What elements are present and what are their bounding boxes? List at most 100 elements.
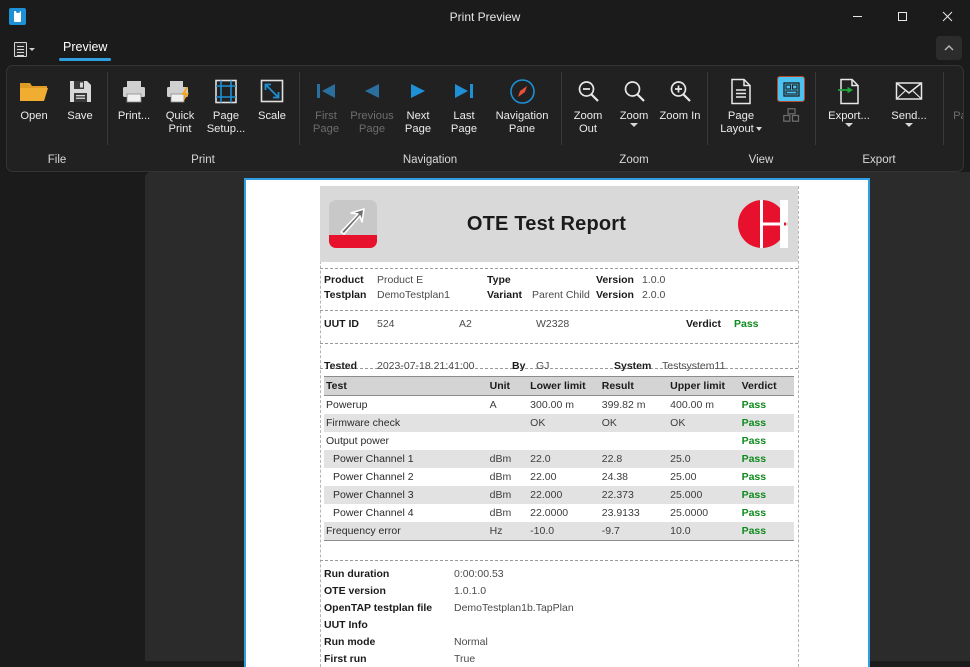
print-button[interactable]: Print... xyxy=(111,71,157,123)
facing-pages-toggle[interactable] xyxy=(777,76,805,102)
preview-page[interactable]: OTE Test Report Product Product E Type V… xyxy=(244,178,870,667)
chevron-down-icon xyxy=(630,122,638,127)
file-menu-button[interactable] xyxy=(10,39,39,60)
open-label: Open xyxy=(20,110,48,122)
cell-unit: dBm xyxy=(489,471,512,483)
collapse-ribbon-button[interactable] xyxy=(936,36,962,60)
table-header-row: Test Unit Lower limit Result Upper limit… xyxy=(324,376,794,396)
cell-test: Power Channel 4 xyxy=(333,507,414,519)
close-icon[interactable] xyxy=(925,0,970,33)
ribbon-group-file: Open Save File xyxy=(7,66,107,171)
scale-button[interactable]: Scale xyxy=(249,71,295,123)
cell-result: 22.8 xyxy=(599,450,669,468)
chevron-down-icon xyxy=(755,126,762,131)
cell-verdict: Pass xyxy=(741,507,767,519)
tested-label: Tested xyxy=(324,360,358,372)
export-document-icon xyxy=(837,74,862,108)
col-unit: Unit xyxy=(487,376,529,396)
save-button[interactable]: Save xyxy=(57,71,103,123)
testplan-label: Testplan xyxy=(324,289,367,301)
last-page-icon xyxy=(451,74,477,108)
minimize-icon[interactable] xyxy=(835,0,880,33)
last-page-button[interactable]: Last Page xyxy=(441,71,487,135)
cell-unit xyxy=(487,414,529,432)
version1-value: 1.0.0 xyxy=(642,274,666,286)
table-row: Power Channel 2 dBm 22.00 24.38 25.00 Pass xyxy=(324,468,794,486)
cell-test: Power Channel 1 xyxy=(324,450,488,468)
meta-key: Run duration xyxy=(324,568,390,580)
rule-above-meta xyxy=(320,560,798,561)
floppy-disk-icon xyxy=(68,74,93,108)
page-margin-guide-right xyxy=(798,186,799,667)
info-row-tested: Tested 2023-07-18 21:41:00 By GJ System … xyxy=(324,360,794,375)
open-folder-icon xyxy=(19,74,49,108)
zoom-out-button[interactable]: Zoom Out xyxy=(565,71,611,135)
zoom-in-button[interactable]: Zoom In xyxy=(657,71,703,123)
table-row: Powerup A 300.00 m 399.82 m 400.00 m Pass xyxy=(324,396,794,415)
zoom-dropdown-button[interactable]: Zoom xyxy=(611,71,657,127)
cell-lower-limit: 22.00 xyxy=(530,471,557,483)
cell-test: Output power xyxy=(326,435,390,447)
report-header-band: OTE Test Report xyxy=(320,186,798,262)
navigation-pane-label: Navigation Pane xyxy=(495,110,549,135)
cell-result: 24.38 xyxy=(601,471,629,483)
system-label: System xyxy=(614,360,652,372)
first-page-button[interactable]: First Page xyxy=(303,71,349,135)
verdict-value: Pass xyxy=(734,318,759,330)
zoom-out-icon xyxy=(576,74,601,108)
rule-below-header xyxy=(320,268,798,269)
parameters-button[interactable]: ? Parameters xyxy=(947,71,963,123)
send-button[interactable]: Send... xyxy=(879,71,939,127)
open-button[interactable]: Open xyxy=(11,71,57,123)
variant-label: Variant xyxy=(487,289,523,301)
multi-page-toggle[interactable] xyxy=(779,105,803,125)
product-value: Product E xyxy=(377,274,424,286)
table-row: Firmware check OK OK OK Pass xyxy=(324,414,794,432)
table-row: Power Channel 3 dBm 22.000 22.373 25.000 Pass xyxy=(324,486,794,504)
col-result: Result xyxy=(599,376,669,396)
cell-unit xyxy=(488,432,529,450)
cell-lower-limit: 300.00 m xyxy=(530,399,574,411)
table-body: Powerup A 300.00 m 399.82 m 400.00 m Pass Firm… xyxy=(324,396,794,541)
chevron-down-icon xyxy=(29,47,35,51)
tab-preview-label: Preview xyxy=(63,40,108,54)
ribbon-group-navigation: First Page Previous Page Next Page Last … xyxy=(299,66,561,171)
page-setup-button[interactable]: Page Setup... xyxy=(203,71,249,135)
cell-verdict: Pass xyxy=(741,471,767,483)
cell-unit: dBm xyxy=(487,450,529,468)
cell-upper-limit: OK xyxy=(668,414,740,432)
cell-lower-limit: 22.000 xyxy=(528,486,600,504)
cell-unit: dBm xyxy=(489,507,512,519)
uut-id-value: 524 xyxy=(377,318,395,330)
chevron-up-icon xyxy=(944,45,954,51)
chevron-down-icon xyxy=(845,122,853,127)
save-label: Save xyxy=(67,110,93,122)
next-page-button[interactable]: Next Page xyxy=(395,71,441,135)
cell-lower-limit: 22.0 xyxy=(528,450,600,468)
meta-key: OTE version xyxy=(324,585,386,597)
next-page-label: Next Page xyxy=(404,110,432,135)
navigation-pane-button[interactable]: Navigation Pane xyxy=(487,71,557,135)
previous-page-button[interactable]: Previous Page xyxy=(349,71,395,135)
quick-print-label: Quick Print xyxy=(165,110,195,135)
col-lower-limit: Lower limit xyxy=(528,376,600,396)
meta-row: OpenTAP testplan file DemoTestplan1b.TapP… xyxy=(324,602,794,619)
cell-upper-limit: 25.0000 xyxy=(670,507,709,519)
cell-upper-limit: 10.0 xyxy=(668,522,740,541)
quick-print-button[interactable]: Quick Print xyxy=(157,71,203,135)
quick-print-icon xyxy=(166,74,194,108)
printer-icon xyxy=(121,74,147,108)
page-layout-button[interactable]: Page Layout xyxy=(711,71,771,135)
maximize-icon[interactable] xyxy=(880,0,925,33)
cell-upper-limit: 25.00 xyxy=(670,471,697,483)
first-page-label: First Page xyxy=(312,110,340,135)
uut-id-label: UUT ID xyxy=(324,318,359,330)
export-button[interactable]: Export... xyxy=(819,71,879,127)
preview-pane[interactable]: OTE Test Report Product Product E Type V… xyxy=(145,172,970,667)
parameters-label: Parameters xyxy=(953,110,963,122)
tab-preview[interactable]: Preview xyxy=(57,36,113,62)
report-meta-block: Run duration 0:00:00.53 OTE version 1.0.1.0… xyxy=(324,568,794,667)
cell-test: Firmware check xyxy=(324,414,488,432)
previous-page-icon xyxy=(359,74,385,108)
ribbon-group-label-navigation: Navigation xyxy=(402,154,458,166)
